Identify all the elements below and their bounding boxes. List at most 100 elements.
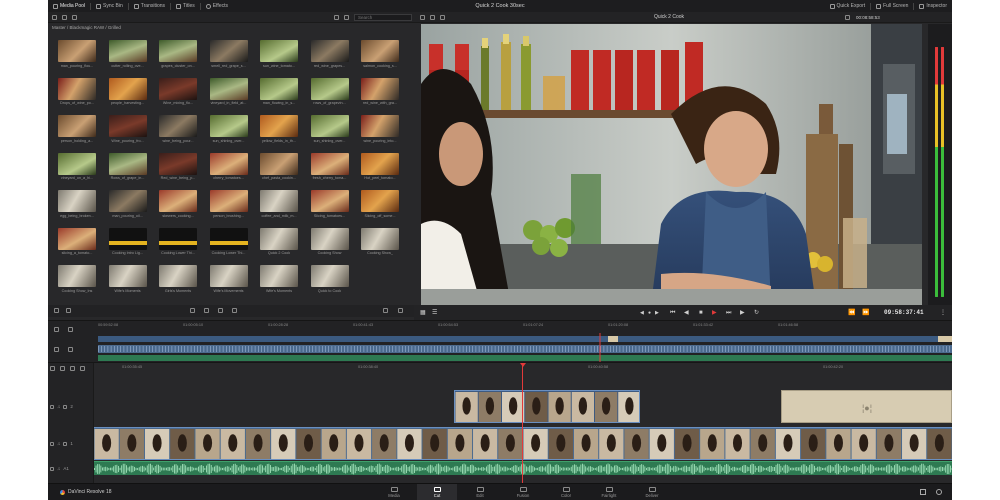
media-clip[interactable]: man_flowing_in_s...	[260, 77, 298, 106]
media-clip[interactable]: salmon_cooking_s...	[361, 40, 399, 68]
grid-view-icon[interactable]	[334, 15, 339, 20]
lock-icon[interactable]	[50, 404, 54, 409]
page-tab-fusion[interactable]: Fusion	[503, 484, 543, 500]
list-view-icon[interactable]	[344, 15, 349, 20]
viewer-mode-icon[interactable]	[420, 15, 425, 20]
step-back-icon[interactable]: ◀	[684, 310, 689, 316]
media-clip[interactable]: person_brushing...	[209, 190, 248, 218]
prev-edit-icon[interactable]: ⏪	[848, 310, 855, 316]
media-clip[interactable]: Girls's Moments	[159, 265, 197, 293]
media-clip[interactable]: sun_wine_tomato...	[260, 40, 298, 68]
upper-ruler[interactable]: 00:59:52:08 01:00:05:10 01:00:28:28 01:00:4…	[98, 323, 952, 329]
a1-audio-strip[interactable]	[94, 461, 952, 475]
media-clip[interactable]: Cooking Show_	[361, 227, 399, 256]
transitions-button[interactable]: Transitions	[129, 0, 170, 12]
quick-export-button[interactable]: Quick Export	[825, 0, 871, 12]
media-clip[interactable]: man_pouring_flou...	[58, 40, 96, 68]
media-clip[interactable]: Cooking Intro Lig...	[108, 227, 147, 256]
page-tab-deliver[interactable]: Deliver	[632, 484, 672, 500]
timeline-view-icon[interactable]	[440, 15, 445, 20]
v2-clip[interactable]	[454, 390, 640, 423]
sync-bin-button[interactable]: Sync Bin	[91, 0, 128, 12]
step-forward-icon[interactable]: ⏭	[726, 310, 731, 316]
upper-timeline[interactable]: 00:59:52:08 01:00:05:10 01:00:28:28 01:00:4…	[48, 320, 952, 363]
media-clip[interactable]: Slicing_off_some...	[361, 190, 399, 218]
media-clip[interactable]: red_wine_with_gra...	[361, 77, 399, 106]
media-clip[interactable]: fresh_cherry_toma...	[310, 152, 349, 181]
audio-track-icon[interactable]	[68, 347, 73, 352]
media-clip[interactable]: vineyard_in_field_at...	[209, 77, 248, 106]
search-input[interactable]	[354, 14, 412, 21]
v1-clip-strip[interactable]	[94, 427, 952, 460]
home-icon[interactable]	[920, 489, 926, 495]
media-clip[interactable]: egg_being_broken...	[58, 190, 96, 218]
metadata-icon[interactable]	[66, 308, 71, 313]
media-clip[interactable]: skewers_cooking...	[159, 190, 197, 218]
source-tape-icon[interactable]	[430, 15, 435, 20]
media-clip[interactable]: Drops_of_wine_po...	[58, 77, 96, 106]
effects-button[interactable]: Effects	[201, 0, 233, 12]
lock-icon[interactable]	[50, 441, 54, 446]
breadcrumb[interactable]: Master / Blackmagic RAW / Grilled	[52, 25, 121, 30]
zoom-in-icon[interactable]	[190, 308, 195, 313]
media-clip[interactable]: person_holding_a...	[58, 115, 96, 143]
media-clip[interactable]: Cooking Show_Ins	[58, 265, 96, 293]
jog-left-icon[interactable]: ◀	[640, 310, 644, 316]
skip-end-icon[interactable]: ▶	[740, 310, 745, 316]
media-clip[interactable]: wine_pouring_into...	[361, 115, 399, 143]
link-icon[interactable]	[68, 327, 73, 332]
options-icon[interactable]	[80, 366, 85, 371]
video-icon[interactable]	[60, 366, 65, 371]
media-clip[interactable]: slicing_a_tomato...	[58, 227, 96, 256]
lock-icon[interactable]	[50, 466, 54, 471]
speaker-icon[interactable]: ♫	[57, 441, 60, 446]
media-clip[interactable]: Wife's Movements	[209, 265, 248, 293]
next-edit-icon[interactable]: ⏩	[862, 310, 869, 316]
viewer-options-icon[interactable]: ☰	[432, 310, 437, 316]
snap-icon[interactable]	[54, 327, 59, 332]
media-clip[interactable]: Red_wine_being_p...	[159, 152, 197, 181]
titles-button[interactable]: Titles	[171, 0, 200, 12]
media-clip[interactable]: Quick 2 Cook	[260, 227, 298, 256]
speaker-icon[interactable]: ♫	[57, 466, 60, 471]
media-clip[interactable]: chef_pasta_cookin...	[260, 152, 298, 181]
viewer-frame[interactable]	[421, 24, 922, 305]
monitor-icon[interactable]	[63, 441, 68, 446]
media-clip[interactable]: Quick to Cook	[310, 265, 349, 293]
page-tab-color[interactable]: Color	[546, 484, 586, 500]
gear-icon[interactable]	[936, 489, 942, 495]
fit-icon[interactable]	[218, 308, 223, 313]
inspector-button[interactable]: Inspector	[914, 0, 952, 12]
media-clip[interactable]: Cooking Show	[310, 227, 349, 256]
bin-list-icon[interactable]	[52, 15, 57, 20]
media-clip[interactable]: cherry_tomatoes...	[209, 152, 248, 181]
media-clip[interactable]: Slicing_tomatoes...	[310, 190, 349, 218]
media-clip[interactable]: cutter_rolling_ove...	[108, 40, 147, 68]
zoom-out-icon[interactable]	[204, 308, 209, 313]
page-tab-edit[interactable]: Edit	[460, 484, 500, 500]
media-clip[interactable]: Cooking Lower Thi...	[159, 227, 197, 256]
media-clip[interactable]: people_harvesting...	[108, 77, 147, 106]
media-clip[interactable]: coffee_and_milk_m...	[260, 190, 298, 218]
media-clip[interactable]: Wine_pouring_fro...	[108, 115, 147, 143]
track-options-icon[interactable]	[54, 347, 59, 352]
media-clip[interactable]: sun_shining_over...	[209, 115, 248, 143]
media-clip[interactable]: sun_shining_over...	[310, 115, 349, 143]
skip-start-icon[interactable]: ⏮	[670, 310, 675, 316]
page-tab-media[interactable]: Media	[374, 484, 414, 500]
safe-area-icon[interactable]: ▦	[420, 310, 426, 316]
page-tab-fairlight[interactable]: Fairlight	[589, 484, 629, 500]
clip-icon[interactable]	[70, 366, 75, 371]
playhead[interactable]	[519, 363, 526, 484]
media-pool-button[interactable]: Media Pool	[48, 0, 90, 12]
loop-icon[interactable]: ↻	[754, 310, 759, 316]
media-clip[interactable]: yellow_fields_in_th...	[260, 115, 298, 143]
viewer-timeline-name[interactable]: Quick 2 Cook	[654, 14, 684, 20]
media-clip[interactable]: vineyard_on_a_hi...	[58, 152, 96, 181]
speaker-icon[interactable]: ♫	[57, 404, 60, 409]
media-clip[interactable]: Wine_mixing_flo...	[159, 77, 197, 106]
jog-dot-icon[interactable]: ●	[648, 310, 651, 316]
media-clip[interactable]: Rows_of_grape_in...	[108, 152, 147, 181]
jog-right-icon[interactable]: ▶	[655, 310, 659, 316]
stop-icon[interactable]: ■	[699, 310, 703, 316]
